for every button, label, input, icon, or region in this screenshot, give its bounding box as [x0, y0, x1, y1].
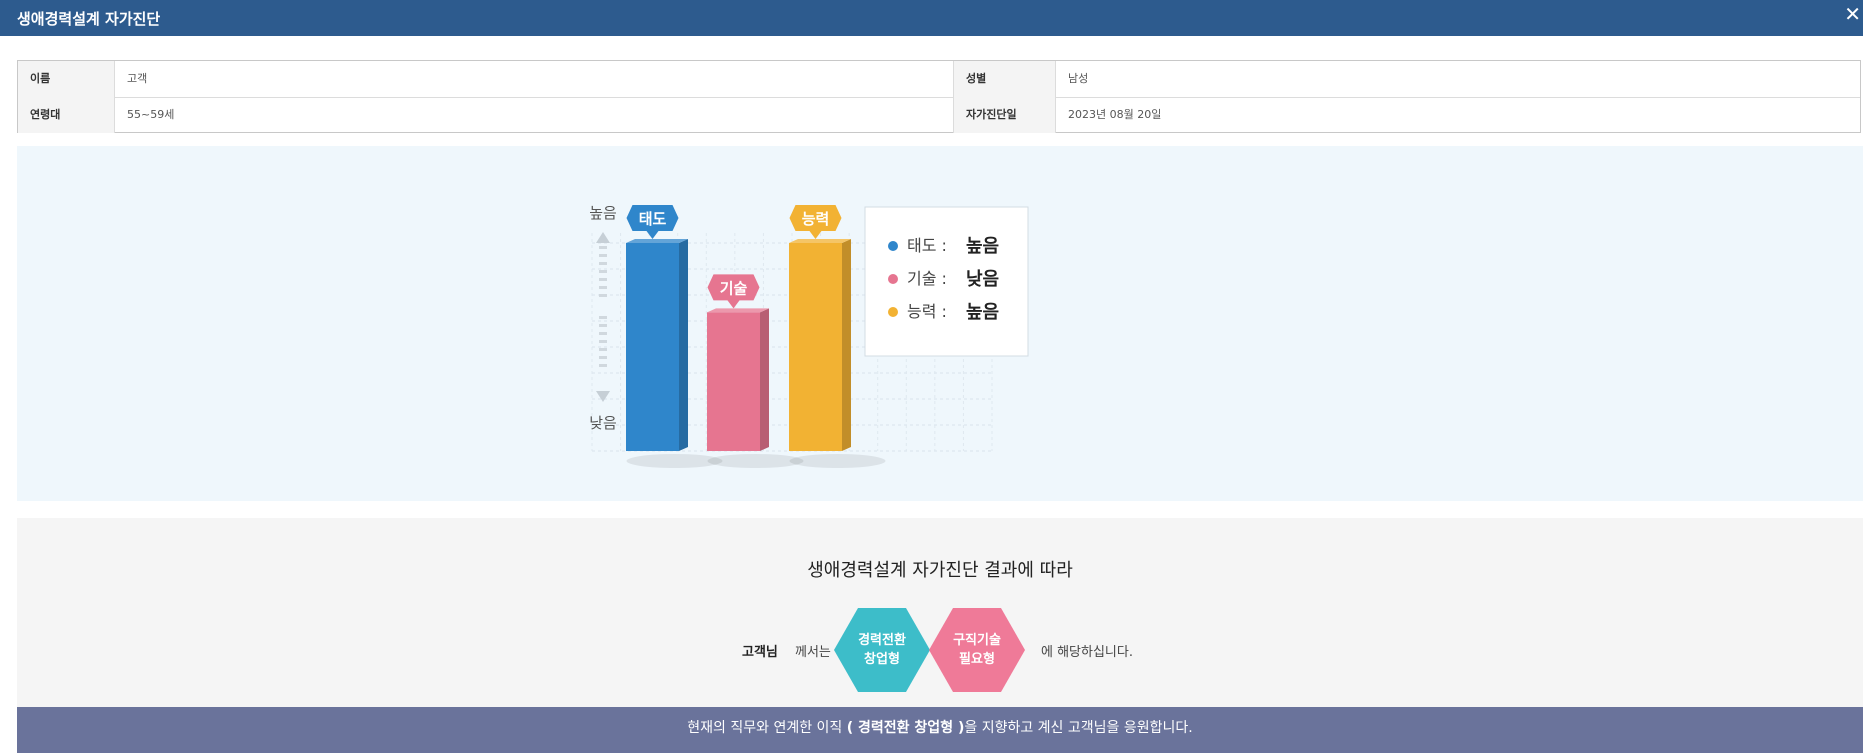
result-panel: 생애경력설계 자가진단 결과에 따라 고객님 께서는 경력전환 창업형 구직기술… — [17, 518, 1863, 707]
career-type-line2: 창업형 — [864, 652, 900, 667]
axis-dash — [599, 254, 607, 257]
arrow-up-icon — [596, 232, 610, 243]
bar-shadow — [707, 454, 804, 468]
axis-dash — [599, 270, 607, 273]
customer-name: 고객님 — [742, 645, 778, 660]
bar-label: 능력 — [802, 210, 830, 228]
legend-item-name: 기술 : — [907, 269, 947, 288]
date-label: 자가진단일 — [953, 97, 1056, 133]
career-type-badge: 경력전환 창업형 — [834, 608, 930, 692]
name-label: 이름 — [18, 61, 115, 97]
footer-highlight: ( 경력전환 창업형 ) — [846, 720, 965, 736]
bar-shadow — [789, 454, 886, 468]
bar-top — [789, 239, 851, 243]
age-label: 연령대 — [18, 97, 115, 133]
info-row: 이름 고객 성별 남성 — [18, 61, 1860, 98]
close-icon[interactable]: ✕ — [1844, 4, 1861, 24]
legend-item-level: 높음 — [966, 302, 999, 323]
axis-dash — [599, 348, 607, 351]
axis-dash — [599, 286, 607, 289]
bar-side — [760, 308, 769, 451]
axis-dash — [599, 324, 607, 327]
career-type-line1: 경력전환 — [858, 633, 906, 648]
bar-front — [707, 312, 760, 451]
result-heading: 생애경력설계 자가진단 결과에 따라 — [807, 560, 1073, 581]
age-value: 55~59세 — [127, 108, 175, 121]
date-value: 2023년 08월 20일 — [1068, 108, 1162, 121]
result-suffix: 에 해당하십니다. — [1041, 645, 1133, 660]
bar-top — [626, 239, 688, 243]
bar-label: 태도 — [639, 210, 667, 228]
career-type-badge: 구직기술 필요형 — [929, 608, 1025, 692]
window-title: 생애경력설계 자가진단 — [17, 10, 161, 28]
footer-suffix: 을 지향하고 계신 고객님을 응원합니다. — [964, 720, 1193, 736]
legend-item-name: 태도 : — [907, 236, 947, 255]
bar-front — [626, 243, 679, 451]
legend-dot — [888, 307, 898, 317]
axis-dash — [599, 278, 607, 281]
window-titlebar: 생애경력설계 자가진단 ✕ — [0, 0, 1863, 36]
legend-dot — [888, 274, 898, 284]
legend-item-name: 능력 : — [907, 302, 947, 321]
legend-dot — [888, 241, 898, 251]
bar-side — [842, 239, 851, 451]
arrow-down-icon — [596, 391, 610, 402]
info-row: 연령대 55~59세 자가진단일 2023년 08월 20일 — [18, 97, 1860, 133]
result-chart: 높음낮음태도기술능력태도 : 높음기술 : 낮음능력 : 높음 — [589, 204, 1029, 468]
bar-top — [707, 308, 769, 313]
axis-dash — [599, 294, 607, 297]
axis-dash — [599, 262, 607, 265]
legend-item-level: 높음 — [966, 236, 999, 257]
career-type-line2: 필요형 — [959, 652, 995, 667]
result-line: 고객님 께서는 경력전환 창업형 구직기술 필요형 에 해당하십니다. — [17, 608, 1863, 692]
gender-label: 성별 — [953, 61, 1056, 97]
axis-dash — [599, 246, 607, 249]
axis-dash — [599, 332, 607, 335]
axis-dash — [599, 340, 607, 343]
footer-prefix: 현재의 직무와 연계한 이직 — [687, 720, 847, 736]
axis-dash — [599, 316, 607, 319]
name-value: 고객 — [127, 72, 148, 85]
career-type-line1: 구직기술 — [953, 633, 1001, 648]
axis-top-label: 높음 — [589, 204, 617, 222]
axis-dash — [599, 356, 607, 359]
axis-bottom-label: 낮음 — [589, 414, 617, 432]
gender-value: 남성 — [1068, 72, 1089, 85]
bar-front — [789, 243, 842, 451]
honorific-text: 께서는 — [795, 645, 831, 660]
legend-item-level: 낮음 — [966, 269, 999, 290]
axis-dash — [599, 364, 607, 367]
bar-label: 기술 — [720, 279, 748, 297]
info-table: 이름 고객 성별 남성 연령대 55~59세 자가진단일 2023년 08월 2… — [17, 60, 1861, 133]
footer-message: 현재의 직무와 연계한 이직 ( 경력전환 창업형 )을 지향하고 계신 고객님… — [17, 707, 1863, 753]
bar-side — [679, 239, 688, 451]
chart-panel: 높음 낮음 태도 기술 능력 태도 : 높음 기술 : 낮음 능력 : 높음 — [17, 146, 1863, 501]
